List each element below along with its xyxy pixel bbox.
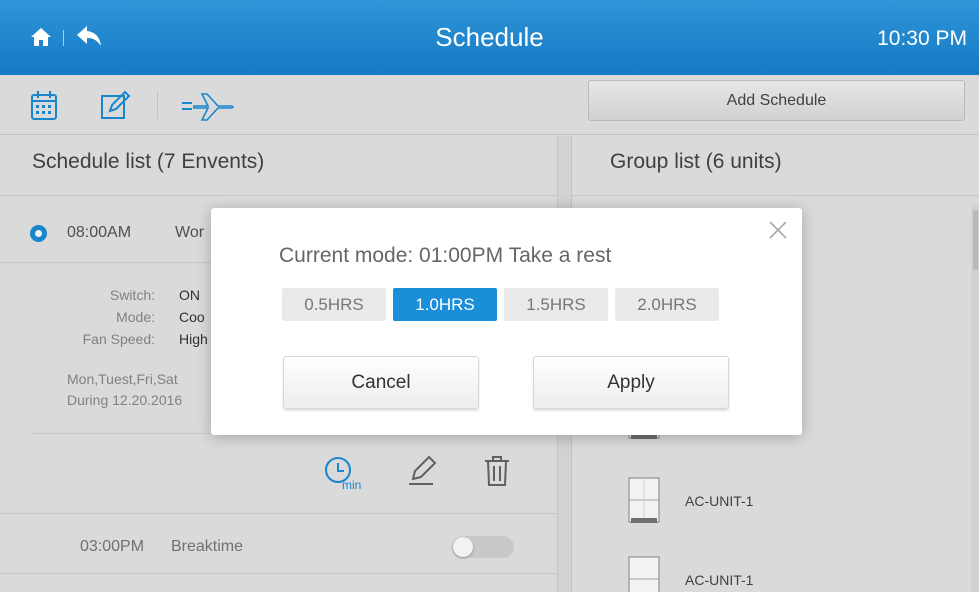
close-icon[interactable] [768, 220, 788, 240]
apply-button[interactable]: Apply [533, 356, 729, 409]
rest-duration-dialog: Current mode: 01:00PM Take a rest 0.5HRS… [211, 208, 802, 435]
current-mode-text: Current mode: 01:00PM Take a rest [279, 244, 612, 267]
app-header: Schedule 10:30 PM [0, 0, 979, 75]
duration-option-2-0[interactable]: 2.0HRS [615, 288, 719, 321]
page-title: Schedule [435, 22, 544, 52]
duration-option-0-5[interactable]: 0.5HRS [282, 288, 386, 321]
cancel-button[interactable]: Cancel [283, 356, 479, 409]
clock: 10:30 PM [877, 27, 967, 50]
duration-option-1-0[interactable]: 1.0HRS [393, 288, 497, 321]
duration-option-1-5[interactable]: 1.5HRS [504, 288, 608, 321]
